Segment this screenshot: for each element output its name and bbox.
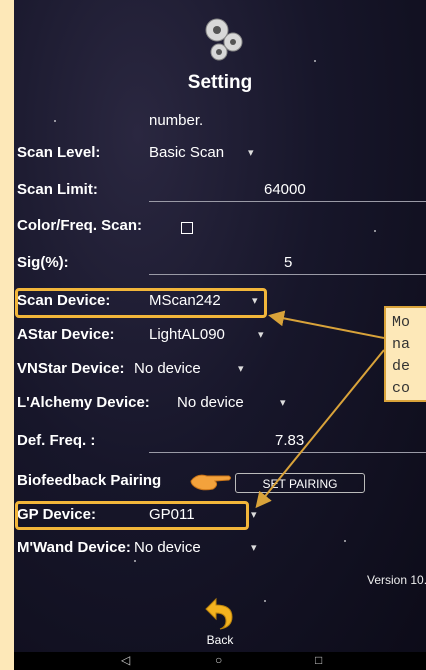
chevron-down-icon[interactable]: ▾ <box>251 541 257 554</box>
scan-limit-row[interactable]: Scan Limit: 64000 <box>14 175 426 205</box>
mwand-device-select[interactable]: No device <box>134 539 201 556</box>
scan-level-label: Scan Level: <box>17 144 101 161</box>
mwand-device-label: M'Wand Device: <box>17 539 131 556</box>
vnstar-device-select[interactable]: No device <box>134 360 201 377</box>
callout-line: Mo <box>392 314 411 331</box>
pointing-hand-icon <box>190 474 231 491</box>
scan-limit-label: Scan Limit: <box>17 181 98 198</box>
scan-level-row[interactable]: Scan Level: Basic Scan ▾ <box>14 138 426 168</box>
version-text: Version 10.0 <box>367 573 426 587</box>
page-title: Setting <box>187 72 253 93</box>
biofeedback-label: Biofeedback Pairing <box>17 472 162 489</box>
star <box>314 60 316 62</box>
back-label[interactable]: Back <box>14 633 426 647</box>
set-pairing-button[interactable]: SET PAIRING <box>235 473 365 493</box>
sig-input[interactable]: 5 <box>284 254 292 271</box>
nav-home-icon[interactable]: ○ <box>215 653 222 667</box>
chevron-down-icon[interactable]: ▾ <box>280 396 286 409</box>
back-arrow-icon[interactable] <box>204 597 234 631</box>
fragment-text: number. <box>149 112 204 129</box>
callout-line: co <box>392 380 411 397</box>
chevron-down-icon[interactable]: ▾ <box>258 328 264 341</box>
color-freq-checkbox[interactable] <box>181 222 193 234</box>
color-freq-label: Color/Freq. Scan: <box>17 217 143 234</box>
nav-back-icon[interactable]: ◁ <box>121 653 130 667</box>
input-underline <box>149 201 426 202</box>
sig-row[interactable]: Sig(%): 5 <box>14 248 426 278</box>
scan-limit-input[interactable]: 64000 <box>264 181 306 198</box>
def-freq-row[interactable]: Def. Freq. : 7.83 <box>14 426 426 456</box>
chevron-down-icon[interactable]: ▾ <box>238 362 244 375</box>
star <box>264 600 266 602</box>
chevron-down-icon[interactable]: ▾ <box>248 146 254 159</box>
mwand-device-row[interactable]: M'Wand Device: No device ▾ <box>14 533 426 563</box>
vnstar-device-row[interactable]: VNStar Device: No device ▾ <box>14 354 426 384</box>
fragment-row: number. <box>14 106 426 136</box>
gp-device-highlight <box>15 501 249 530</box>
scan-level-select[interactable]: Basic Scan <box>149 144 224 161</box>
astar-device-label: AStar Device: <box>17 326 115 343</box>
gears-icon <box>205 18 243 61</box>
vnstar-device-label: VNStar Device: <box>17 360 125 377</box>
chevron-down-icon[interactable]: ▾ <box>251 508 257 521</box>
astar-device-select[interactable]: LightAL090 <box>149 326 225 343</box>
lalchemy-device-label: L'Alchemy Device: <box>17 394 150 411</box>
annotation-callout: Mo na de co <box>384 306 426 402</box>
input-underline <box>149 452 426 453</box>
color-freq-row[interactable]: Color/Freq. Scan: <box>14 211 426 241</box>
scan-device-highlight <box>15 288 267 318</box>
input-underline <box>149 274 426 275</box>
sig-label: Sig(%): <box>17 254 69 271</box>
nav-recent-icon[interactable]: □ <box>315 653 322 667</box>
lalchemy-device-row[interactable]: L'Alchemy Device: No device ▾ <box>14 388 426 418</box>
def-freq-label: Def. Freq. : <box>17 432 96 449</box>
android-nav-bar: ◁ ○ □ <box>14 652 426 670</box>
astar-device-row[interactable]: AStar Device: LightAL090 ▾ <box>14 320 426 350</box>
settings-screen: Setting number. Scan Level: Basic Scan ▾… <box>14 0 426 670</box>
lalchemy-device-select[interactable]: No device <box>177 394 244 411</box>
def-freq-input[interactable]: 7.83 <box>275 432 304 449</box>
callout-line: na <box>392 336 411 353</box>
callout-line: de <box>392 358 411 375</box>
